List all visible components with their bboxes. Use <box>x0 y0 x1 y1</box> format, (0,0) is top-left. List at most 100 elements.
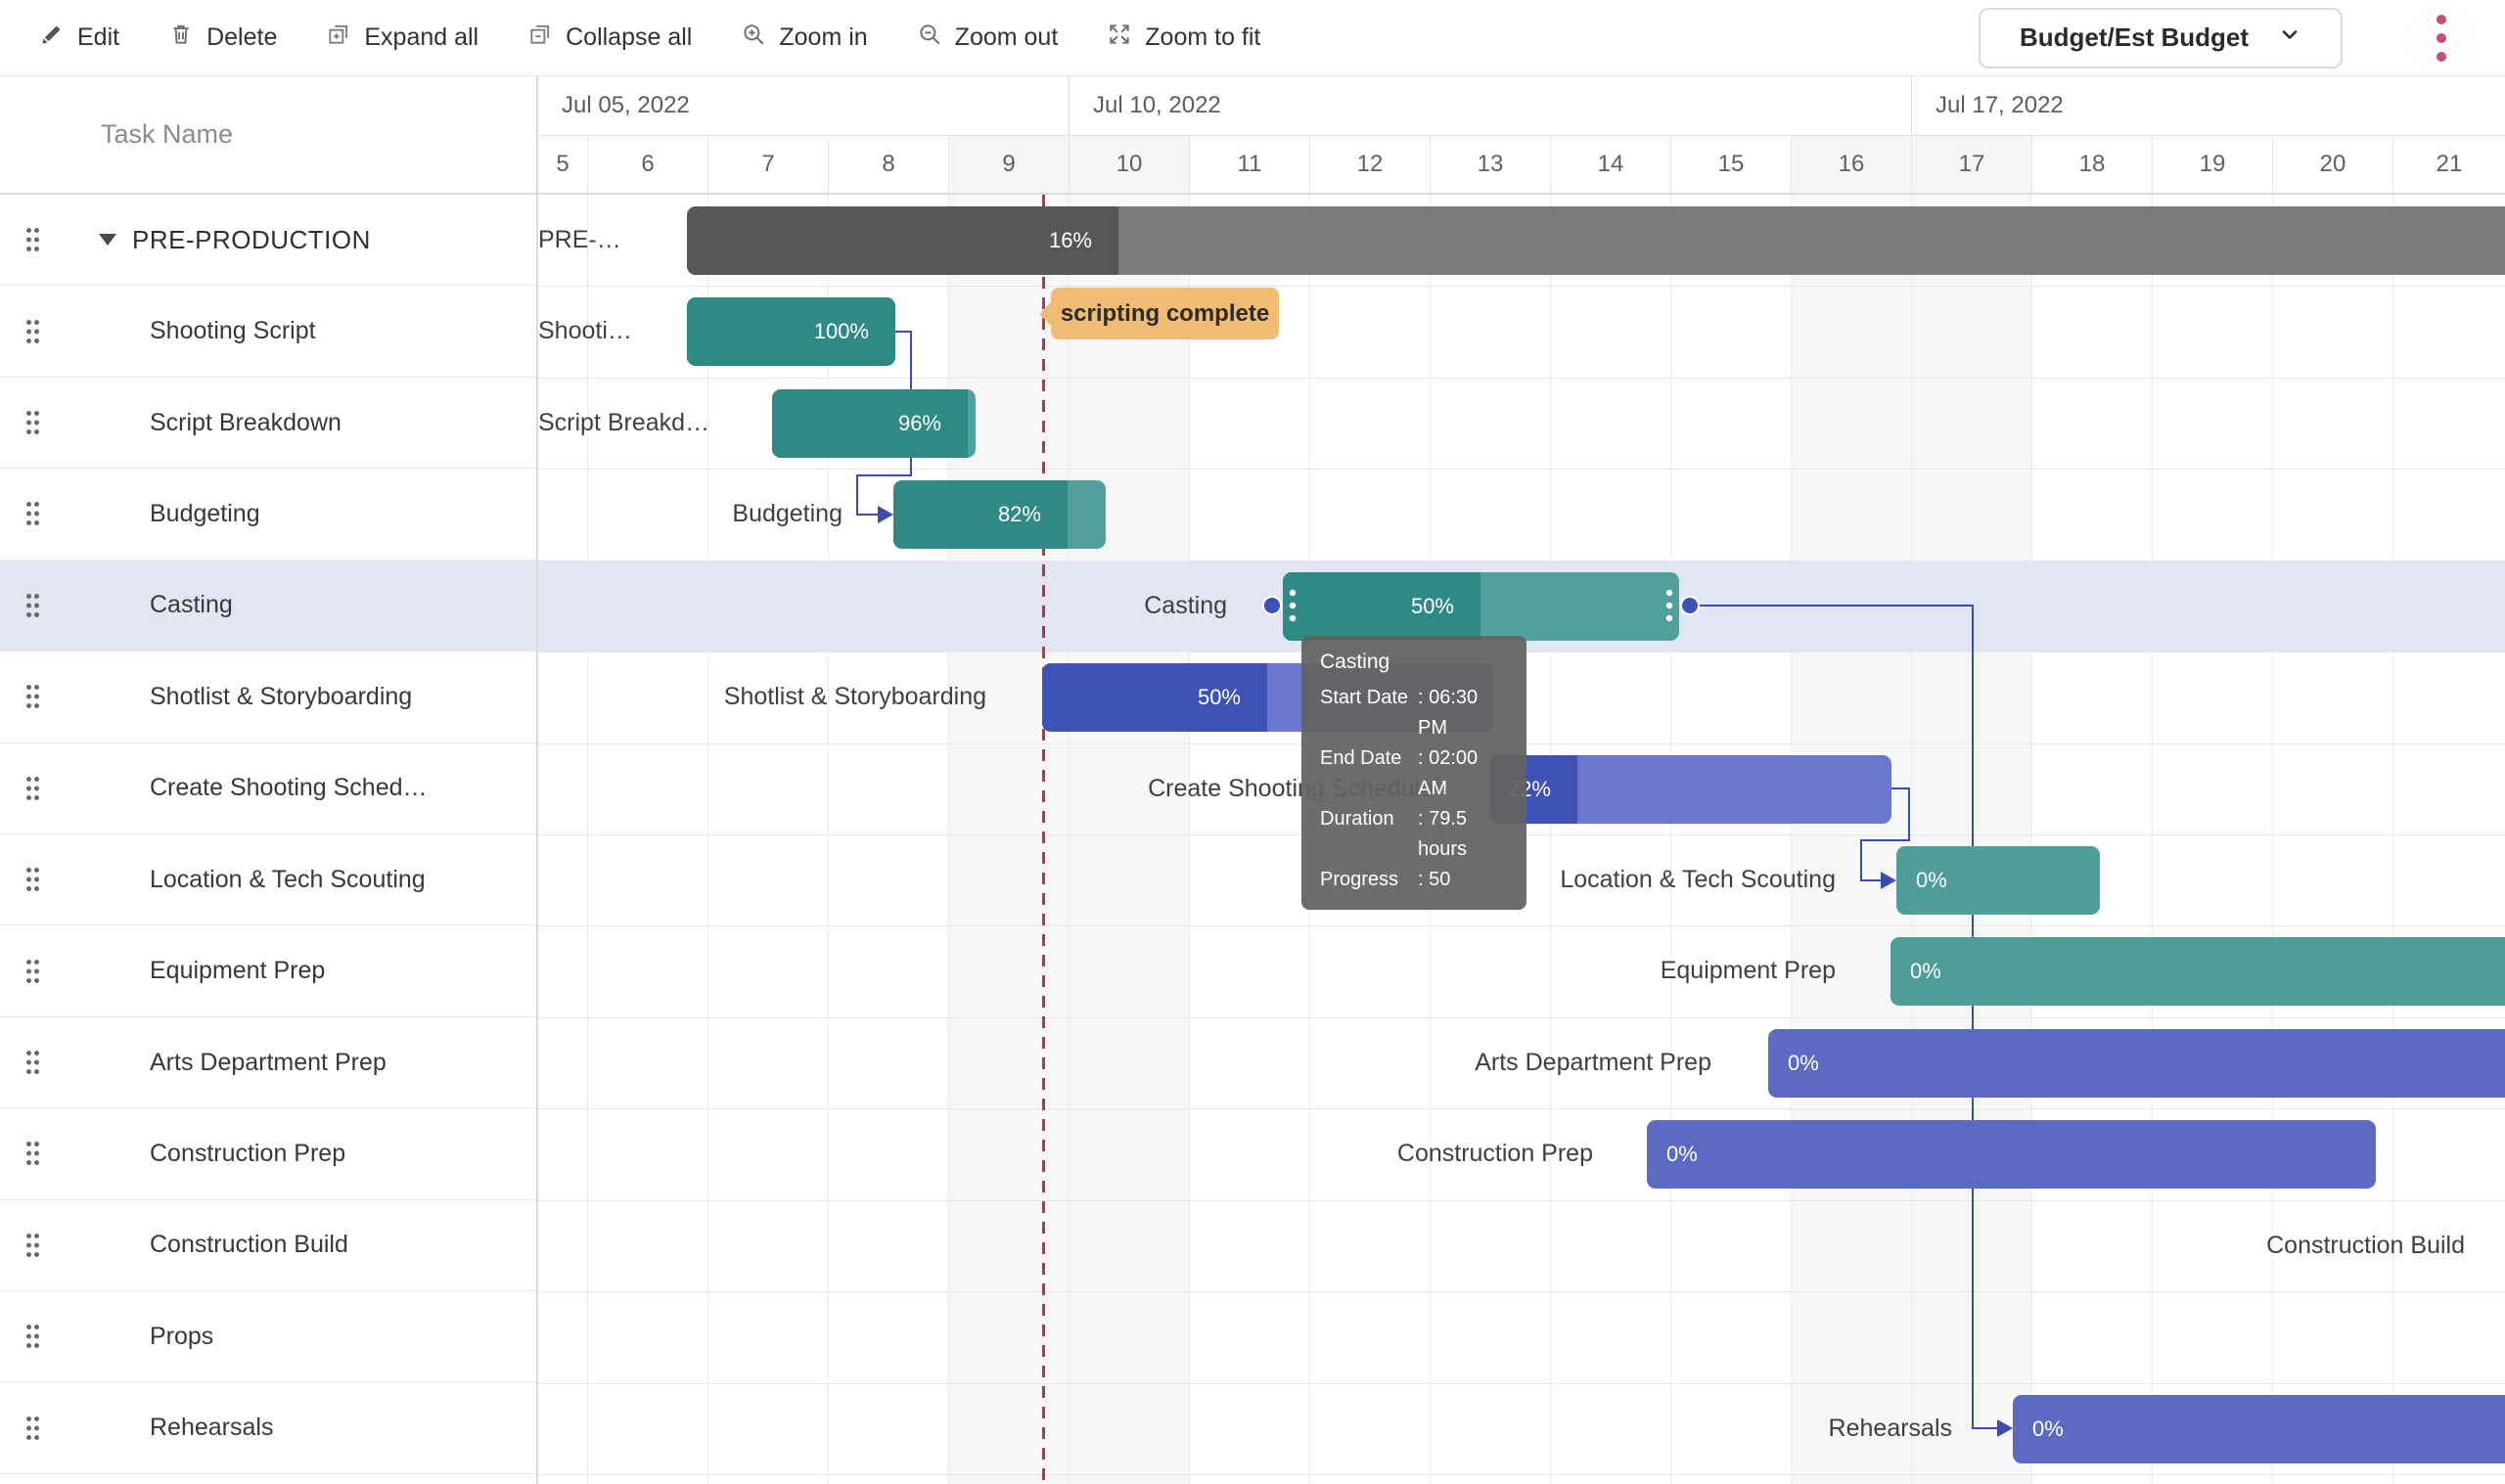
drag-handle-icon[interactable] <box>24 1141 41 1167</box>
drag-handle-icon[interactable] <box>24 501 41 527</box>
task-bar[interactable]: 0% <box>2013 1395 2505 1463</box>
taskbar-side-label: Construction Prep <box>1202 1108 1593 1199</box>
zoom-in-button[interactable]: Zoom in <box>741 22 867 54</box>
progress-label: 82% <box>998 502 1041 527</box>
progress-label: 50% <box>1198 685 1241 710</box>
grid-row[interactable]: Equipment Prep <box>0 925 536 1016</box>
day-cell: 13 <box>1430 136 1550 193</box>
timeline-week-label: Jul 10, 2022 <box>1069 76 1911 135</box>
day-cell: 20 <box>2272 136 2392 193</box>
progress-label: 0% <box>2032 1417 2064 1442</box>
task-bar[interactable]: 22% <box>1489 755 1891 824</box>
taskbar-side-label: Shotlist & Storyboarding <box>636 652 986 742</box>
day-cell: 6 <box>587 136 707 193</box>
tooltip-rows: Start Date: 06:30 PMEnd Date: 02:00 AMDu… <box>1320 683 1508 895</box>
tooltip-row: Start Date: 06:30 PM <box>1320 683 1508 743</box>
grid-row[interactable]: Budgeting <box>0 469 536 560</box>
drag-handle-icon[interactable] <box>24 958 41 984</box>
task-bar[interactable]: 0% <box>1896 846 2100 915</box>
grid-row[interactable]: Shooting Script <box>0 286 536 377</box>
zoom-to-fit-button[interactable]: Zoom to fit <box>1107 22 1260 54</box>
drag-handle-icon[interactable] <box>24 592 41 618</box>
task-bar[interactable]: 0% <box>1890 937 2505 1006</box>
kebab-dot-icon <box>2437 52 2446 62</box>
gantt-main: Task Name PRE-PRODUCTION Shooting Script S… <box>0 76 2505 1484</box>
view-mode-dropdown[interactable]: Budget/Est Budget <box>1979 8 2343 68</box>
tooltip-row: End Date: 02:00 AM <box>1320 743 1508 804</box>
edit-button[interactable]: Edit <box>39 22 119 54</box>
grid-row[interactable]: Script Breakdown <box>0 378 536 469</box>
taskbar-side-label: Casting <box>982 561 1227 652</box>
taskbar-side-label: Budgeting <box>598 469 843 560</box>
progress-label: 16% <box>1049 228 1092 253</box>
task-name-label: Script Breakdown <box>0 409 342 437</box>
day-cell: 10 <box>1069 136 1189 193</box>
task-name-label: PRE-PRODUCTION <box>0 225 371 255</box>
chart-body: Casting Start Date: 06:30 PMEnd Date: 02… <box>538 195 2505 1484</box>
timeline-tier-weeks: Jul 05, 2022Jul 10, 2022Jul 17, 2022 <box>538 76 2505 136</box>
task-bar[interactable]: 96% <box>772 389 976 458</box>
drag-handle-icon[interactable] <box>24 1415 41 1441</box>
task-name-label: Shooting Script <box>0 317 316 345</box>
expand-all-icon <box>326 22 351 54</box>
collapse-arrow-icon[interactable] <box>99 234 116 246</box>
task-name-label: Construction Build <box>0 1231 348 1259</box>
pencil-icon <box>39 22 65 54</box>
kebab-menu-button[interactable] <box>2405 2 2478 74</box>
taskbar-tooltip: Casting Start Date: 06:30 PMEnd Date: 02… <box>1301 636 1526 910</box>
grid-row[interactable]: PRE-PRODUCTION <box>0 195 536 286</box>
drag-handle-icon[interactable] <box>24 684 41 710</box>
taskbar-side-label: PRE-PRODUCTION <box>538 195 636 286</box>
drag-handle-icon[interactable] <box>24 867 41 893</box>
drag-handle-icon[interactable] <box>24 1324 41 1350</box>
task-bar[interactable]: 16% <box>687 206 2505 275</box>
event-marker-label: scripting complete <box>1051 288 1279 339</box>
day-cell: 7 <box>707 136 828 193</box>
progress-label: 0% <box>1666 1142 1698 1167</box>
drag-handle-icon[interactable] <box>24 1050 41 1076</box>
drag-handle-icon[interactable] <box>24 410 41 436</box>
grid-row[interactable]: Create Shooting Schedule <box>0 743 536 834</box>
tooltip-row: Duration: 79.5 hours <box>1320 804 1508 865</box>
drag-handle-icon[interactable] <box>24 1232 41 1258</box>
collapse-all-button[interactable]: Collapse all <box>527 22 692 54</box>
day-cell: 8 <box>828 136 948 193</box>
drag-handle-icon[interactable] <box>24 318 41 344</box>
task-bar[interactable]: 0% <box>1647 1120 2376 1189</box>
delete-button[interactable]: Delete <box>168 22 277 54</box>
taskbar-side-label: Rehearsals <box>1659 1383 1952 1474</box>
expand-all-button[interactable]: Expand all <box>326 22 478 54</box>
task-bar[interactable]: 82% <box>893 480 1106 549</box>
progress-label: 96% <box>898 411 941 436</box>
task-grid-header: Task Name <box>0 76 536 195</box>
grid-row[interactable]: Rehearsals <box>0 1382 536 1473</box>
grid-row[interactable]: Location & Tech Scouting <box>0 834 536 925</box>
task-grid-panel: Task Name PRE-PRODUCTION Shooting Script S… <box>0 76 538 1484</box>
taskbar-side-label: Script Breakdown <box>538 378 719 469</box>
task-name-label: Arts Department Prep <box>0 1049 387 1077</box>
day-cell: 18 <box>2031 136 2152 193</box>
grid-row[interactable]: Construction Prep <box>0 1108 536 1199</box>
task-name-label: Construction Prep <box>0 1140 345 1168</box>
task-bar[interactable]: 50% <box>1283 572 1679 641</box>
grid-row[interactable]: Casting <box>0 561 536 652</box>
progress-label: 0% <box>1916 868 1947 893</box>
drag-handle-icon[interactable] <box>24 227 41 253</box>
timeline-week-label: Jul 05, 2022 <box>538 76 1069 135</box>
drag-handle-icon[interactable] <box>24 775 41 801</box>
grid-row[interactable]: Shotlist & Storyboarding <box>0 652 536 742</box>
trash-icon <box>168 22 194 54</box>
grid-row[interactable]: Props <box>0 1291 536 1382</box>
grid-row[interactable]: Construction Build <box>0 1200 536 1291</box>
grid-row[interactable]: Arts Department Prep <box>0 1017 536 1108</box>
gantt-toolbar: Edit Delete Expand all Collapse all Zoom… <box>0 0 2505 76</box>
zoom-out-button[interactable]: Zoom out <box>917 22 1059 54</box>
task-bar[interactable]: 0% <box>1768 1029 2505 1098</box>
day-cell: 15 <box>1670 136 1791 193</box>
day-cell: 16 <box>1791 136 1911 193</box>
timeline-week-label: Jul 17, 2022 <box>1911 76 2505 135</box>
day-cell: 14 <box>1550 136 1670 193</box>
day-cell: 5 <box>538 136 587 193</box>
task-bar[interactable]: 100% <box>687 297 895 366</box>
day-cell: 12 <box>1309 136 1430 193</box>
